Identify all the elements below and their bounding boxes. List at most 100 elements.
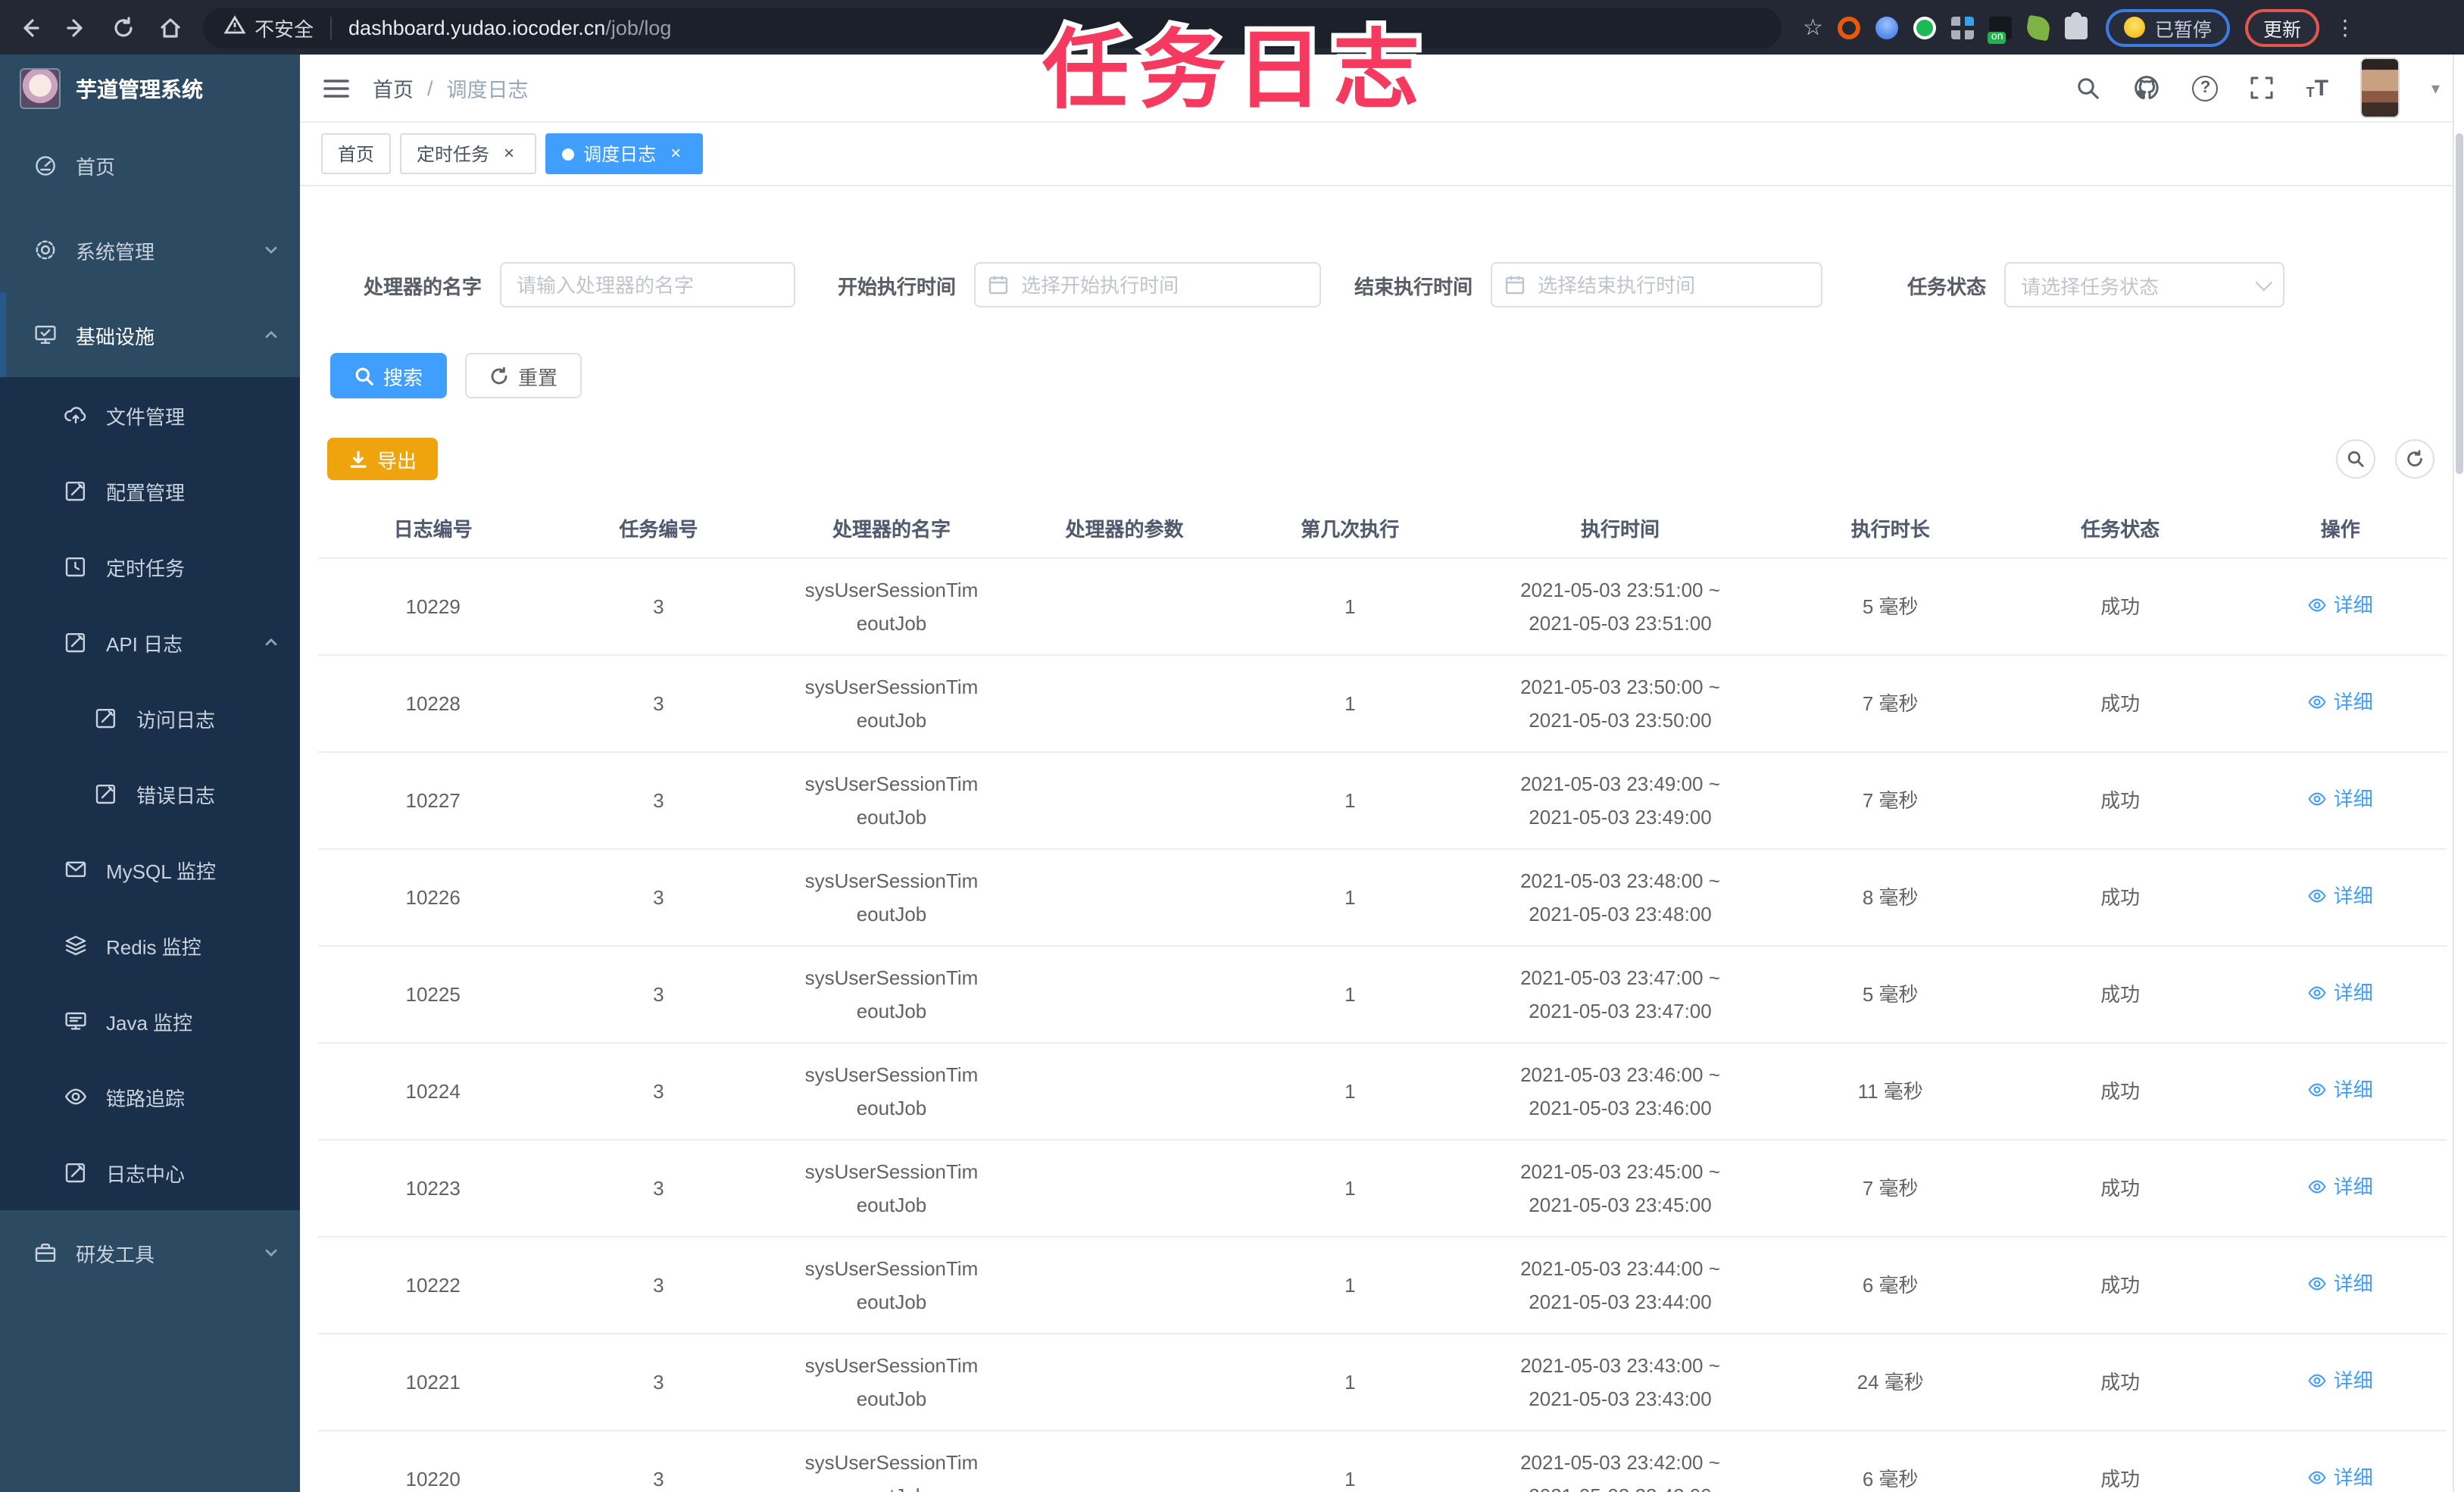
app-logo[interactable]: 芋道管理系统: [0, 55, 300, 123]
cell-duration: 11 毫秒: [1857, 1079, 1923, 1103]
extension-leaf-icon[interactable]: [2025, 14, 2053, 41]
reload-icon[interactable]: [105, 9, 141, 45]
detail-label: 详细: [2333, 884, 2373, 907]
scrollbar[interactable]: [2452, 55, 2464, 1492]
detail-link[interactable]: 详细: [2308, 1364, 2373, 1397]
scrollbar-thumb[interactable]: [2455, 133, 2462, 474]
search-button[interactable]: 搜索: [330, 353, 448, 398]
time-line: 2021-05-03 23:46:00 ~: [1520, 1063, 1720, 1087]
detail-link[interactable]: 详细: [2308, 1170, 2373, 1203]
start-time-input[interactable]: [974, 262, 1322, 307]
detail-label: 详细: [2333, 1175, 2373, 1198]
column-header: 执行时长: [1850, 517, 1930, 540]
detail-link[interactable]: 详细: [2308, 879, 2373, 912]
app-header: 首页 / 调度日志: [300, 55, 2464, 123]
time-line: 2021-05-03 23:43:00: [1529, 1387, 1712, 1409]
table-row: 10229 3 sysUserSessionTim eoutJob 1 2021-…: [318, 559, 2446, 656]
paused-button[interactable]: 已暂停: [2106, 8, 2230, 46]
extension-on-badge-icon[interactable]: [1988, 16, 2013, 43]
sidebar-item-config-management[interactable]: 配置管理: [0, 453, 300, 529]
sidebar-item-java-monitor[interactable]: Java 监控: [0, 983, 300, 1059]
github-icon[interactable]: [2134, 74, 2161, 101]
detail-link[interactable]: 详细: [2308, 782, 2373, 815]
detail-link[interactable]: 详细: [2308, 1267, 2373, 1300]
eye-icon: [2309, 792, 2327, 806]
close-icon[interactable]: [665, 143, 686, 164]
sidebar-item-mysql-monitor[interactable]: MySQL 监控: [0, 832, 300, 907]
browser-menu-icon[interactable]: [2334, 14, 2356, 40]
end-time-input[interactable]: [1491, 262, 1823, 307]
sidebar-item-access-log[interactable]: 访问日志: [0, 680, 300, 756]
address-bar[interactable]: 不安全 dashboard.yudao.iocoder.cn /job/log: [203, 7, 1782, 48]
sidebar-collapse-icon[interactable]: [323, 76, 350, 99]
export-button[interactable]: 导出: [327, 438, 439, 480]
fullscreen-icon[interactable]: [2250, 76, 2275, 100]
extension-bulb-icon[interactable]: [1875, 16, 1899, 39]
home-icon[interactable]: [151, 9, 188, 45]
extension-orange-icon[interactable]: [1838, 16, 1861, 39]
tab-scheduled-jobs[interactable]: 定时任务: [400, 133, 537, 174]
detail-link[interactable]: 详细: [2308, 976, 2373, 1009]
sidebar-item-scheduled-jobs[interactable]: 定时任务: [0, 529, 300, 604]
sidebar-item-label: 研发工具: [76, 1243, 155, 1266]
detail-link[interactable]: 详细: [2308, 685, 2373, 718]
breadcrumb-home[interactable]: 首页: [373, 73, 414, 103]
sidebar-item-file-management[interactable]: 文件管理: [0, 377, 300, 453]
detail-link[interactable]: 详细: [2308, 588, 2373, 621]
table-row: 10227 3 sysUserSessionTim eoutJob 1 2021-…: [318, 753, 2446, 850]
breadcrumb-separator: /: [427, 76, 433, 99]
tab-home[interactable]: 首页: [321, 133, 392, 174]
table-row: 10225 3 sysUserSessionTim eoutJob 1 2021-…: [318, 947, 2446, 1044]
browser-toolbar: 不安全 dashboard.yudao.iocoder.cn /job/log …: [0, 0, 2464, 55]
chevron-down-icon: [264, 1245, 279, 1260]
cell-duration: 7 毫秒: [1862, 1176, 1919, 1200]
help-icon[interactable]: [2192, 75, 2219, 101]
tab-schedule-log[interactable]: 调度日志: [545, 133, 704, 174]
extension-green-icon[interactable]: [1913, 16, 1937, 39]
close-icon[interactable]: [498, 143, 520, 164]
toggle-search-icon[interactable]: [2335, 439, 2375, 479]
sidebar-item-infrastructure[interactable]: 基础设施: [0, 292, 300, 377]
bookmark-star-icon[interactable]: [1803, 14, 1823, 41]
time-line: 2021-05-03 23:47:00: [1529, 999, 1712, 1022]
column-header: 第几次执行: [1301, 517, 1400, 540]
detail-label: 详细: [2333, 1465, 2373, 1489]
sidebar-item-error-log[interactable]: 错误日志: [0, 756, 300, 832]
breadcrumb: 首页 / 调度日志: [373, 73, 529, 103]
handler-line: eoutJob: [769, 1479, 1013, 1492]
select-placeholder: 请选择任务状态: [2021, 275, 2160, 298]
update-button[interactable]: 更新: [2244, 8, 2319, 46]
detail-link[interactable]: 详细: [2308, 1073, 2373, 1106]
sidebar-item-system[interactable]: 系统管理: [0, 208, 300, 292]
search-icon[interactable]: [2076, 75, 2102, 101]
user-avatar[interactable]: [2359, 58, 2400, 118]
handler-line: eoutJob: [856, 902, 927, 925]
cell-job-id: 3: [653, 1467, 664, 1490]
sidebar-item-redis-monitor[interactable]: Redis 监控: [0, 907, 300, 983]
detail-link[interactable]: 详细: [2308, 1461, 2373, 1492]
extensions-puzzle-icon[interactable]: [2065, 11, 2088, 39]
cell-status: 成功: [2100, 1370, 2141, 1394]
sidebar-item-label: API 日志: [106, 632, 183, 655]
extension-grid-icon[interactable]: [1951, 16, 1975, 39]
reset-button[interactable]: 重置: [465, 353, 582, 398]
forward-icon[interactable]: [58, 9, 94, 45]
font-size-icon[interactable]: [2306, 75, 2328, 101]
sidebar-item-log-center[interactable]: 日志中心: [0, 1135, 300, 1210]
back-icon[interactable]: [11, 9, 47, 45]
table-row: 10223 3 sysUserSessionTim eoutJob 1 2021-…: [318, 1141, 2446, 1238]
refresh-table-icon[interactable]: [2394, 439, 2434, 479]
job-status-select[interactable]: 请选择任务状态: [2004, 262, 2285, 307]
sidebar-item-home[interactable]: 首页: [0, 123, 300, 208]
handler-name-input[interactable]: [500, 262, 796, 307]
table-row: 10226 3 sysUserSessionTim eoutJob 1 2021-…: [318, 850, 2446, 947]
app-title: 芋道管理系统: [76, 76, 203, 101]
header-actions: [2076, 58, 2440, 118]
handler-line: eoutJob: [856, 1387, 927, 1409]
sidebar-item-dev-tools[interactable]: 研发工具: [0, 1210, 300, 1295]
sidebar-item-trace[interactable]: 链路追踪: [0, 1059, 300, 1135]
filter-status: 任务状态 请选择任务状态: [1907, 262, 2285, 307]
detail-label: 详细: [2333, 593, 2373, 616]
user-menu-caret-icon[interactable]: [2431, 78, 2440, 98]
sidebar-item-api-log[interactable]: API 日志: [0, 604, 300, 680]
